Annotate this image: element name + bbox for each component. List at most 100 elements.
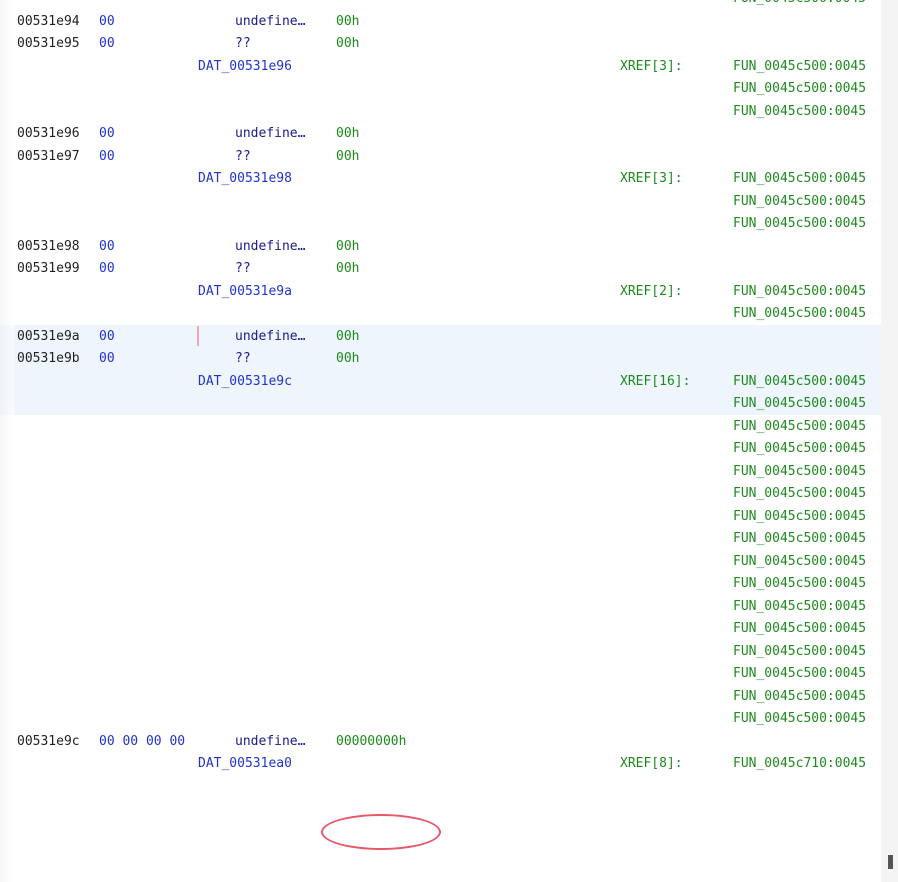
- xref-line[interactable]: FUN_0045c500:0045: [0, 641, 881, 663]
- mnemonic: undefine…: [235, 13, 306, 29]
- mnemonic: undefine…: [235, 733, 306, 749]
- xref-line[interactable]: FUN_0045c500:0045: [0, 483, 881, 505]
- bytes: 00: [99, 238, 115, 254]
- xref[interactable]: FUN_0045c710:0045: [733, 756, 866, 772]
- xref[interactable]: FUN_0045c500:0045: [733, 194, 866, 210]
- xref[interactable]: FUN_0045c500:0045: [733, 306, 866, 322]
- xref-line[interactable]: FUN_0045c500:0045: [0, 191, 881, 213]
- address: 00531e9c: [17, 733, 80, 749]
- code-line[interactable]: 00531e9c 00 00 00 00 undefine… 00000000h: [0, 731, 881, 753]
- address: 00531e96: [17, 126, 80, 141]
- label[interactable]: DAT_00531ea0: [198, 756, 292, 772]
- xref-line[interactable]: FUN_0045c500:0045: [0, 0, 881, 10]
- code-line[interactable]: 00531e94 00 undefine… 00h: [0, 11, 881, 33]
- xref[interactable]: FUN_0045c500:0045: [733, 396, 866, 412]
- xref-line[interactable]: FUN_0045c500:0045: [0, 416, 881, 438]
- label[interactable]: DAT_00531e98: [198, 171, 292, 187]
- code-line[interactable]: 00531e9a 00 undefine… 00h: [0, 326, 881, 348]
- operand: 00000000h: [336, 733, 407, 749]
- operand: 00h: [336, 351, 360, 366]
- xref[interactable]: FUN_0045c500:0045: [733, 419, 866, 435]
- label[interactable]: DAT_00531e9c: [198, 374, 292, 390]
- address: 00531e99: [17, 261, 80, 276]
- address: 00531e9b: [17, 351, 80, 366]
- left-edge-shadow: [0, 0, 14, 882]
- xref[interactable]: FUN_0045c500:0045: [733, 576, 866, 592]
- code-line[interactable]: 00531e97 00?? 00h: [0, 146, 881, 168]
- code-listing[interactable]: FUN_0045c500:004500531e9400undefine…00h0…: [0, 0, 881, 882]
- code-line[interactable]: 00531e96 00 undefine… 00h: [0, 123, 881, 145]
- mnemonic: ??: [235, 261, 251, 276]
- xref[interactable]: FUN_0045c500:0045: [733, 81, 866, 97]
- xref-count: XREF[2]:: [620, 283, 683, 299]
- label-line[interactable]: DAT_00531e9c XREF[16]: FUN_0045c500:0045: [0, 371, 881, 393]
- bytes: 00: [99, 328, 115, 344]
- xref-line[interactable]: FUN_0045c500:0045: [0, 551, 881, 573]
- xref[interactable]: FUN_0045c500:0045: [733, 599, 866, 615]
- label[interactable]: DAT_00531e9a: [198, 284, 292, 300]
- xref[interactable]: FUN_0045c500:0045: [733, 59, 866, 75]
- label-line[interactable]: DAT_00531e9a XREF[2]: FUN_0045c500:0045: [0, 281, 881, 303]
- xref-count: XREF[16]:: [620, 373, 691, 389]
- xref-count: XREF[3]:: [620, 58, 683, 74]
- xref-line[interactable]: FUN_0045c500:0045: [0, 506, 881, 528]
- xref[interactable]: FUN_0045c500:0045: [733, 441, 866, 457]
- label-line[interactable]: DAT_00531ea0 XREF[8]: FUN_0045c710:0045: [0, 753, 881, 775]
- label[interactable]: DAT_00531e96: [198, 59, 292, 75]
- code-line[interactable]: 00531e99 00?? 00h: [0, 258, 881, 280]
- mnemonic: ??: [235, 36, 251, 51]
- operand: 00h: [336, 36, 360, 51]
- xref-line[interactable]: FUN_0045c500:0045: [0, 393, 881, 415]
- code-line[interactable]: 00531e95 00?? 00h: [0, 33, 881, 55]
- bytes: 00: [99, 351, 115, 366]
- code-line[interactable]: 00531e9b 00?? 00h: [0, 348, 881, 370]
- mnemonic: undefine…: [235, 238, 306, 254]
- operand: 00h: [336, 261, 360, 276]
- xref[interactable]: FUN_0045c500:0045: [733, 486, 866, 502]
- xref[interactable]: FUN_0045c500:0045: [733, 666, 866, 682]
- xref-line[interactable]: FUN_0045c500:0045: [0, 596, 881, 618]
- xref[interactable]: FUN_0045c500:0045: [733, 284, 866, 300]
- xref[interactable]: FUN_0045c500:0045: [733, 216, 866, 232]
- code-line[interactable]: 00531e98 00 undefine… 00h: [0, 236, 881, 258]
- xref-line[interactable]: FUN_0045c500:0045: [0, 528, 881, 550]
- xref[interactable]: FUN_0045c500:0045: [733, 0, 866, 7]
- xref-line[interactable]: FUN_0045c500:0045: [0, 618, 881, 640]
- mnemonic: ??: [235, 148, 251, 164]
- bytes: 00: [99, 36, 115, 51]
- xref[interactable]: FUN_0045c500:0045: [733, 554, 866, 570]
- bytes: 00: [99, 261, 115, 276]
- xref-line[interactable]: FUN_0045c500:0045: [0, 573, 881, 595]
- address: 00531e9a: [17, 328, 80, 344]
- xref-line[interactable]: FUN_0045c500:0045: [0, 213, 881, 235]
- xref[interactable]: FUN_0045c500:0045: [733, 464, 866, 480]
- xref[interactable]: FUN_0045c500:0045: [733, 171, 866, 187]
- xref-line[interactable]: FUN_0045c500:0045: [0, 438, 881, 460]
- mnemonic: undefine…: [235, 126, 306, 141]
- xref[interactable]: FUN_0045c500:0045: [733, 711, 866, 727]
- xref[interactable]: FUN_0045c500:0045: [733, 531, 866, 547]
- bytes: 00: [99, 126, 115, 141]
- mnemonic: ??: [235, 351, 251, 366]
- xref-line[interactable]: FUN_0045c500:0045: [0, 303, 881, 325]
- operand: 00h: [336, 13, 360, 29]
- xref-line[interactable]: FUN_0045c500:0045: [0, 686, 881, 708]
- vertical-scrollbar[interactable]: [881, 0, 898, 882]
- mnemonic: undefine…: [235, 328, 306, 344]
- xref[interactable]: FUN_0045c500:0045: [733, 644, 866, 660]
- xref[interactable]: FUN_0045c500:0045: [733, 374, 866, 390]
- xref-line[interactable]: FUN_0045c500:0045: [0, 663, 881, 685]
- label-line[interactable]: DAT_00531e96 XREF[3]: FUN_0045c500:0045: [0, 56, 881, 78]
- bytes: 00 00 00 00: [99, 733, 186, 749]
- xref-line[interactable]: FUN_0045c500:0045: [0, 461, 881, 483]
- scrollbar-thumb[interactable]: [888, 855, 893, 869]
- xref[interactable]: FUN_0045c500:0045: [733, 689, 866, 705]
- xref-line[interactable]: FUN_0045c500:0045: [0, 101, 881, 123]
- xref[interactable]: FUN_0045c500:0045: [733, 621, 866, 637]
- xref-line[interactable]: FUN_0045c500:0045: [0, 708, 881, 730]
- xref[interactable]: FUN_0045c500:0045: [733, 509, 866, 525]
- operand: 00h: [336, 126, 360, 141]
- xref[interactable]: FUN_0045c500:0045: [733, 104, 866, 120]
- label-line[interactable]: DAT_00531e98 XREF[3]: FUN_0045c500:0045: [0, 168, 881, 190]
- xref-line[interactable]: FUN_0045c500:0045: [0, 78, 881, 100]
